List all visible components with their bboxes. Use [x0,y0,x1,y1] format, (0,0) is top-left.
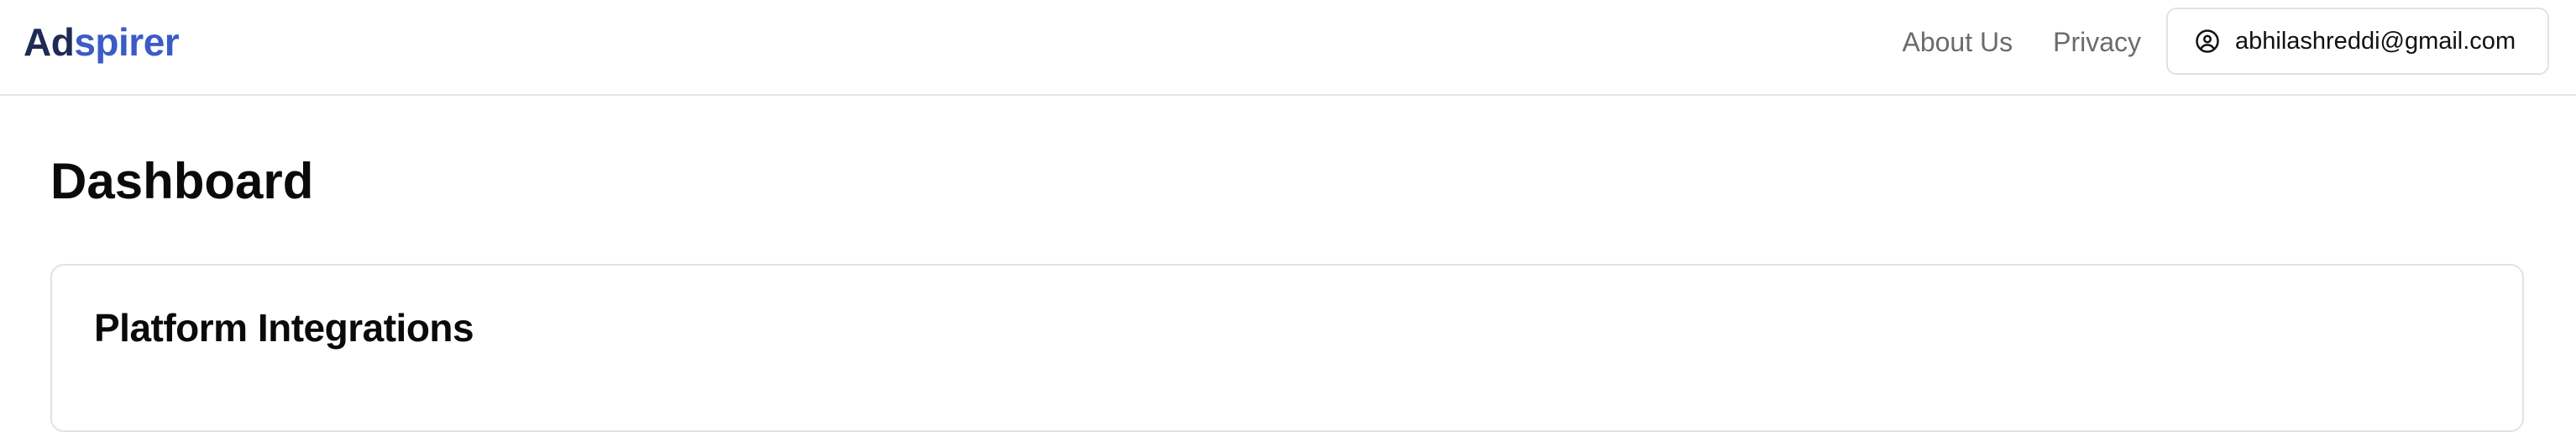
brand-logo-part-1: Ad [24,20,75,64]
brand-logo[interactable]: Adspirer [24,0,180,84]
user-email: abhilashreddi@gmail.com [2235,27,2516,55]
platform-integrations-card: Platform Integrations [50,264,2524,432]
privacy-link[interactable]: Privacy [2053,27,2141,58]
about-us-link[interactable]: About Us [1902,27,2013,58]
top-navbar: Adspirer About Us Privacy abhilashreddi@… [0,0,2576,96]
page-title: Dashboard [50,153,314,209]
user-circle-icon [2195,29,2220,54]
brand-logo-part-2: spirer [74,20,180,64]
nav-links: About Us Privacy [1902,0,2141,84]
card-title: Platform Integrations [94,306,474,350]
user-account-button[interactable]: abhilashreddi@gmail.com [2166,8,2549,75]
